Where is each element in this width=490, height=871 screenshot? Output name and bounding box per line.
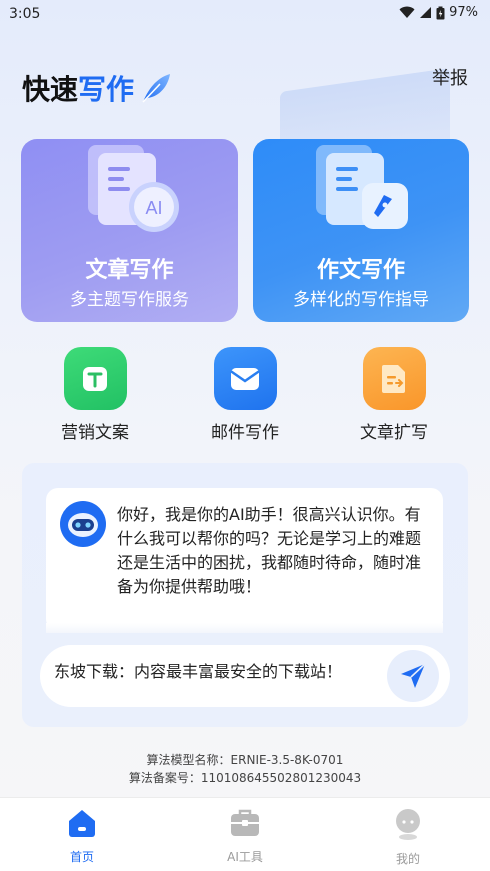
send-button[interactable]: [387, 650, 439, 702]
mail-envelope-icon: [213, 347, 277, 410]
email-writing-button[interactable]: 邮件写作: [190, 347, 300, 443]
document-ai-icon: AI: [88, 145, 179, 232]
send-icon: [401, 663, 426, 688]
nav-ai-tools-label: AI工具: [227, 850, 263, 864]
assistant-message-text: 你好，我是你的AI助手！很高兴认识你。有什么我可以帮你的吗？无论是学习上的难题还…: [117, 505, 422, 596]
brand-title-accent: 写作: [78, 73, 135, 106]
article-expand-label: 文章扩写: [360, 423, 428, 443]
home-icon: [69, 810, 95, 837]
status-bar: 3:05 97%: [0, 0, 490, 28]
status-indicators: 97%: [399, 5, 478, 20]
text-t-icon: [63, 347, 127, 410]
algorithm-model-name: 算法模型名称：ERNIE-3.5-8K-0701: [146, 753, 344, 767]
feather-icon: [142, 74, 171, 103]
message-list-edge: [46, 623, 443, 633]
nav-mine-label: 我的: [395, 852, 420, 866]
robot-avatar-icon: [60, 501, 106, 547]
document-expand-icon: [362, 347, 426, 410]
chat-input-bar[interactable]: 东坡下载：内容最丰富最安全的下载站！: [40, 645, 450, 707]
nav-home[interactable]: 首页: [32, 808, 132, 865]
brand-title-main: 快速: [22, 73, 79, 106]
article-writing-subtitle: 多主题写作服务: [70, 290, 189, 310]
document-pen-icon: [316, 145, 408, 229]
toolbox-icon: [231, 809, 259, 836]
wifi-icon: [399, 6, 415, 18]
battery-percent: 97%: [449, 5, 478, 20]
chat-input-field[interactable]: 东坡下载：内容最丰富最安全的下载站！: [54, 658, 374, 694]
email-writing-label: 邮件写作: [211, 423, 279, 443]
article-writing-title: 文章写作: [85, 258, 174, 283]
app-brand: 快速 写作: [22, 68, 172, 108]
essay-writing-title: 作文写作: [316, 258, 405, 283]
ai-badge-text: AI: [145, 198, 162, 218]
assistant-message-bubble: 你好，我是你的AI助手！很高兴认识你。有什么我可以帮你的吗？无论是学习上的难题还…: [46, 488, 443, 631]
essay-writing-card[interactable]: 作文写作 多样化的写作指导: [253, 139, 469, 322]
ai-chat-panel: 你好，我是你的AI助手！很高兴认识你。有什么我可以帮你的吗？无论是学习上的难题还…: [22, 463, 468, 727]
nav-ai-tools[interactable]: AI工具: [195, 808, 295, 865]
status-time: 3:05: [9, 6, 41, 22]
article-writing-card[interactable]: AI 文章写作 多主题写作服务: [21, 139, 238, 322]
article-expand-button[interactable]: 文章扩写: [339, 347, 449, 443]
marketing-copy-label: 营销文案: [61, 423, 129, 443]
bottom-navigation: 首页 AI工具 我的: [0, 797, 490, 871]
algorithm-record-number: 算法备案号：110108645502801230043: [128, 771, 362, 785]
essay-writing-subtitle: 多样化的写作指导: [293, 290, 429, 310]
marketing-copy-button[interactable]: 营销文案: [40, 347, 150, 443]
user-profile-icon: [396, 809, 420, 840]
nav-home-label: 首页: [69, 850, 94, 864]
battery-icon: [436, 6, 445, 19]
cellular-signal-icon: [420, 7, 432, 18]
nav-mine[interactable]: 我的: [358, 808, 458, 867]
report-button[interactable]: 举报: [432, 64, 468, 90]
